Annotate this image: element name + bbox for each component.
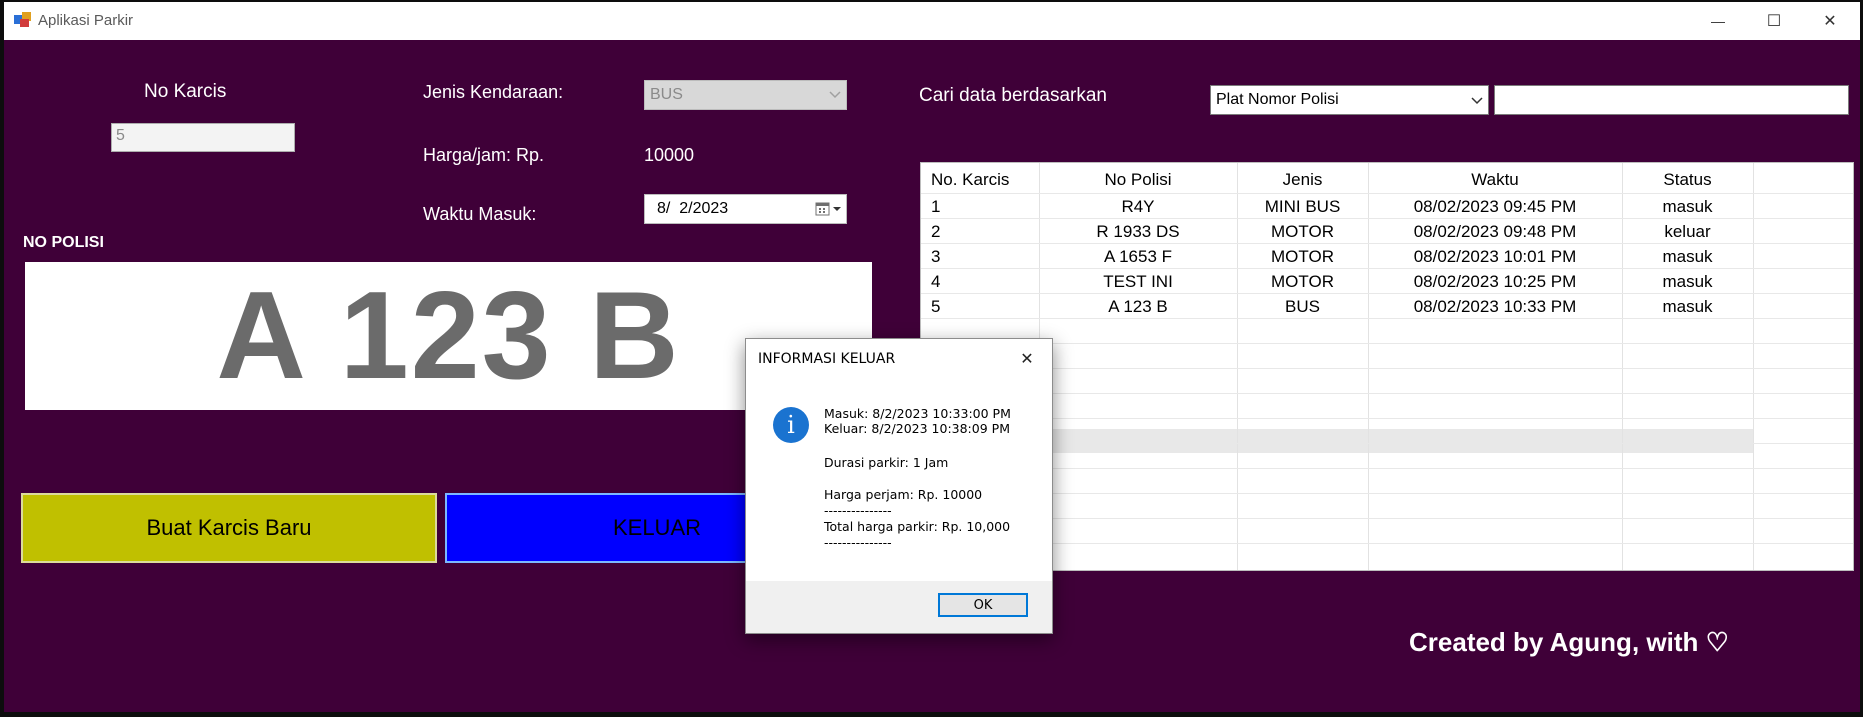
keluar-line: Keluar: 8/2/2023 10:38:09 PM [824, 421, 1010, 436]
minimize-icon: — [1711, 13, 1725, 29]
harga-label: Harga/jam: Rp. [423, 145, 545, 165]
heart-icon: ♡ [1705, 627, 1729, 657]
no-karcis-label: No Karcis [144, 81, 227, 102]
separator-line: --------------- [824, 503, 892, 518]
column-header-waktu[interactable]: Waktu [1368, 167, 1622, 192]
chevron-down-icon [1471, 97, 1483, 105]
info-dialog[interactable]: INFORMASI KELUAR ✕ i Masuk: 8/2/2023 10:… [745, 338, 1053, 634]
chevron-down-icon [829, 91, 841, 99]
table-row-cell[interactable]: 2 [931, 219, 940, 244]
jenis-kendaraan-select[interactable]: BUS [644, 80, 847, 110]
close-icon: ✕ [1020, 351, 1034, 368]
table-row-cell[interactable]: MINI BUS [1237, 194, 1368, 219]
table-row-cell[interactable]: masuk [1622, 194, 1753, 219]
credit-label: Created by Agung, with [1409, 627, 1699, 657]
table-row-cell[interactable]: MOTOR [1237, 244, 1368, 269]
harga-perjam-line: Harga perjam: Rp. 10000 [824, 487, 983, 502]
close-button[interactable]: ✕ [1802, 2, 1858, 40]
title-bar: Aplikasi Parkir — ☐ ✕ [4, 2, 1860, 40]
maximize-icon: ☐ [1766, 13, 1782, 30]
separator-line: --------------- [824, 535, 892, 550]
cari-data-label: Cari data berdasarkan [919, 85, 1107, 106]
table-row-cell[interactable]: 08/02/2023 10:25 PM [1368, 269, 1622, 294]
dialog-close-button[interactable]: ✕ [1014, 347, 1040, 371]
table-row-cell[interactable]: BUS [1237, 294, 1368, 319]
table-row-cell[interactable]: masuk [1622, 294, 1753, 319]
table-row-cell[interactable]: 08/02/2023 09:45 PM [1368, 194, 1622, 219]
buat-karcis-baru-button[interactable]: Buat Karcis Baru [21, 493, 437, 563]
ok-label: OK [973, 597, 993, 613]
table-row-cell[interactable]: 08/02/2023 09:48 PM [1368, 219, 1622, 244]
table-row-cell[interactable]: keluar [1622, 219, 1753, 244]
table-row-cell[interactable]: MOTOR [1237, 219, 1368, 244]
jenis-kendaraan-value: BUS [650, 86, 683, 103]
column-header-no-karcis[interactable]: No. Karcis [931, 167, 1009, 192]
minimize-button[interactable]: — [1690, 2, 1746, 40]
table-row-cell[interactable]: MOTOR [1237, 269, 1368, 294]
table-row-cell[interactable]: masuk [1622, 244, 1753, 269]
column-header-no-polisi[interactable]: No Polisi [1039, 167, 1237, 192]
harga-value: 10000 [644, 145, 695, 165]
info-icon-glyph: i [787, 411, 795, 439]
no-karcis-field[interactable]: 5 [111, 123, 295, 152]
total-harga-line: Total harga parkir: Rp. 10,000 [824, 519, 1011, 534]
ok-button[interactable]: OK [938, 593, 1028, 617]
table-row-cell[interactable]: 08/02/2023 10:33 PM [1368, 294, 1622, 319]
table-row-cell[interactable]: A 1653 F [1039, 244, 1237, 269]
dialog-button-bar: OK [746, 581, 1052, 633]
table-row-cell[interactable]: TEST INI [1039, 269, 1237, 294]
masuk-line: Masuk: 8/2/2023 10:33:00 PM [824, 406, 1011, 421]
maximize-button[interactable]: ☐ [1746, 2, 1802, 40]
table-row-cell[interactable]: 3 [931, 244, 940, 269]
table-row-cell[interactable]: 08/02/2023 10:01 PM [1368, 244, 1622, 269]
search-field-value: Plat Nomor Polisi [1216, 91, 1339, 108]
durasi-line: Durasi parkir: 1 Jam [824, 455, 949, 470]
table-row-cell[interactable]: R 1933 DS [1039, 219, 1237, 244]
dialog-title: INFORMASI KELUAR [758, 351, 896, 367]
no-polisi-label: NO POLISI [23, 234, 104, 251]
jenis-kendaraan-label: Jenis Kendaraan: [423, 82, 564, 102]
calendar-icon[interactable] [815, 202, 843, 217]
table-row-cell[interactable]: A 123 B [1039, 294, 1237, 319]
column-header-status[interactable]: Status [1622, 167, 1753, 192]
waktu-masuk-label: Waktu Masuk: [423, 204, 537, 224]
table-row-cell[interactable]: 5 [931, 294, 940, 319]
keluar-label: KELUAR [612, 515, 702, 540]
app-icon [14, 12, 31, 27]
table-row-cell[interactable]: R4Y [1039, 194, 1237, 219]
waktu-masuk-datepicker[interactable]: 8/ 2/2023 [644, 194, 847, 224]
window-title: Aplikasi Parkir [38, 12, 134, 29]
data-grid[interactable]: No. Karcis No Polisi Jenis Waktu Status … [920, 162, 1854, 571]
buat-karcis-baru-label: Buat Karcis Baru [146, 515, 312, 540]
table-row-cell[interactable]: 1 [931, 194, 940, 219]
close-icon: ✕ [1823, 13, 1837, 30]
table-row-cell[interactable]: masuk [1622, 269, 1753, 294]
info-icon: i [773, 407, 809, 443]
table-row-cell[interactable]: 4 [931, 269, 940, 294]
column-header-jenis[interactable]: Jenis [1237, 167, 1368, 192]
search-input[interactable] [1494, 85, 1849, 115]
credit-text: Created by Agung, with ♡ [1409, 627, 1729, 658]
search-field-select[interactable]: Plat Nomor Polisi [1210, 85, 1489, 115]
waktu-masuk-value: 8/ 2/2023 [657, 200, 729, 217]
